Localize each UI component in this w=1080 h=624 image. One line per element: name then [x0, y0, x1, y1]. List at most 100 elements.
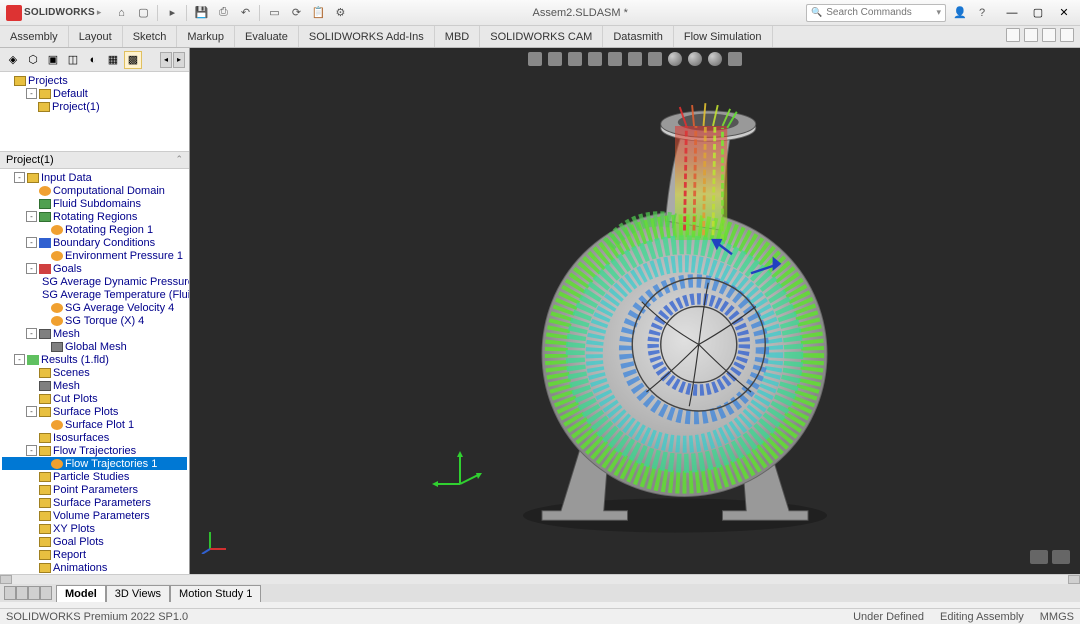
tree-item[interactable]: Particle Studies: [2, 470, 187, 483]
collapse-icon[interactable]: -: [26, 88, 37, 99]
tree-toggle-icon[interactable]: -: [26, 211, 37, 222]
tree-item[interactable]: Cut Plots: [2, 392, 187, 405]
close-button[interactable]: ✕: [1052, 4, 1076, 22]
panel-hscroll[interactable]: [0, 574, 1080, 584]
login-icon[interactable]: 👤: [952, 5, 968, 21]
tab-layout[interactable]: Layout: [69, 26, 123, 47]
search-commands[interactable]: 🔍 ▾: [806, 4, 946, 22]
tree-item[interactable]: Computational Domain: [2, 184, 187, 197]
tab-mbd[interactable]: MBD: [435, 26, 480, 47]
tree-item[interactable]: Surface Plot 1: [2, 418, 187, 431]
tab-prev-icon[interactable]: [16, 586, 28, 600]
tree-item[interactable]: SG Average Velocity 4: [2, 301, 187, 314]
new-file-icon[interactable]: ▢: [135, 5, 151, 21]
recent-dropdown-icon[interactable]: ▸: [97, 7, 102, 18]
view-orientation-icon[interactable]: [608, 52, 622, 66]
panel-nav-right-icon[interactable]: ▸: [173, 52, 185, 68]
search-input[interactable]: [826, 7, 932, 18]
tree-item[interactable]: Scenes: [2, 366, 187, 379]
configuration-tab-icon[interactable]: ▣: [44, 51, 62, 69]
hide-show-icon[interactable]: [648, 52, 662, 66]
tree-item[interactable]: Flow Trajectories 1: [2, 457, 187, 470]
edit-appearance-icon[interactable]: [668, 52, 682, 66]
flow-sim-tab-icon[interactable]: ▩: [124, 51, 142, 69]
tree-projects-root[interactable]: Projects: [2, 74, 187, 87]
scroll-track[interactable]: [12, 575, 1068, 584]
zoom-fit-icon[interactable]: [528, 52, 542, 66]
tree-item[interactable]: Point Parameters: [2, 483, 187, 496]
dim-expert-tab-icon[interactable]: ◫: [64, 51, 82, 69]
tree-item[interactable]: XY Plots: [2, 522, 187, 535]
viewport-layout-icon[interactable]: [728, 52, 742, 66]
cam-tree-tab-icon[interactable]: ▦: [104, 51, 122, 69]
tab-datasmith[interactable]: Datasmith: [603, 26, 674, 47]
section-view-icon[interactable]: [588, 52, 602, 66]
property-manager-tab-icon[interactable]: ⬡: [24, 51, 42, 69]
file-properties-icon[interactable]: 📋: [310, 5, 326, 21]
tab-model[interactable]: Model: [56, 585, 106, 602]
tab-3d-views[interactable]: 3D Views: [106, 585, 170, 602]
tree-item[interactable]: Surface Parameters: [2, 496, 187, 509]
home-icon[interactable]: ⌂: [113, 5, 129, 21]
tree-item[interactable]: SG Average Dynamic Pressure 2: [2, 275, 187, 288]
select-icon[interactable]: ▭: [266, 5, 282, 21]
tree-item[interactable]: -Goals: [2, 262, 187, 275]
tree-item[interactable]: -Boundary Conditions: [2, 236, 187, 249]
minimize-button[interactable]: —: [1000, 4, 1024, 22]
tree-item[interactable]: Volume Parameters: [2, 509, 187, 522]
3d-viewport[interactable]: ↖: [190, 48, 1080, 574]
tree-item[interactable]: -Flow Trajectories: [2, 444, 187, 457]
tab-flow-simulation[interactable]: Flow Simulation: [674, 26, 773, 47]
tree-item[interactable]: Environment Pressure 1: [2, 249, 187, 262]
tree-item[interactable]: Animations: [2, 561, 187, 574]
tree-toggle-icon[interactable]: -: [26, 328, 37, 339]
panel-nav-left-icon[interactable]: ◂: [160, 52, 172, 68]
doc-minimize-icon[interactable]: [1024, 28, 1038, 42]
tree-item[interactable]: Fluid Subdomains: [2, 197, 187, 210]
tree-toggle-icon[interactable]: -: [26, 237, 37, 248]
feature-tree-tab-icon[interactable]: ◈: [4, 51, 22, 69]
tab-last-icon[interactable]: [40, 586, 52, 600]
tree-item[interactable]: SG Torque (X) 4: [2, 314, 187, 327]
tree-item[interactable]: Mesh: [2, 379, 187, 392]
previous-view-icon[interactable]: [568, 52, 582, 66]
maximize-button[interactable]: ▢: [1026, 4, 1050, 22]
tree-item[interactable]: Isosurfaces: [2, 431, 187, 444]
tree-toggle-icon[interactable]: -: [26, 263, 37, 274]
collapse-header-icon[interactable]: ⌃: [175, 154, 183, 166]
search-dropdown-icon[interactable]: ▾: [936, 7, 941, 18]
display-style-icon[interactable]: [628, 52, 642, 66]
tab-next-icon[interactable]: [28, 586, 40, 600]
options-icon[interactable]: ⚙: [332, 5, 348, 21]
tree-toggle-icon[interactable]: -: [14, 354, 25, 365]
tree-item[interactable]: Goal Plots: [2, 535, 187, 548]
tree-item[interactable]: Report: [2, 548, 187, 561]
tree-item[interactable]: -Rotating Regions: [2, 210, 187, 223]
tab-cam[interactable]: SOLIDWORKS CAM: [480, 26, 603, 47]
view-triad-icon[interactable]: [200, 524, 230, 554]
scroll-left-icon[interactable]: [0, 575, 12, 584]
tree-default[interactable]: - Default: [2, 87, 187, 100]
apply-scene-icon[interactable]: [688, 52, 702, 66]
tree-toggle-icon[interactable]: -: [26, 445, 37, 456]
doc-close-icon[interactable]: [1060, 28, 1074, 42]
tree-project1[interactable]: Project(1): [2, 100, 187, 113]
tree-item[interactable]: -Surface Plots: [2, 405, 187, 418]
tab-evaluate[interactable]: Evaluate: [235, 26, 299, 47]
display-manager-tab-icon[interactable]: ◐: [84, 51, 102, 69]
tree-item[interactable]: -Mesh: [2, 327, 187, 340]
tree-item[interactable]: Rotating Region 1: [2, 223, 187, 236]
tab-sketch[interactable]: Sketch: [123, 26, 178, 47]
tree-section-header[interactable]: Project(1) ⌃: [0, 152, 189, 169]
tree-item[interactable]: -Results (1.fld): [2, 353, 187, 366]
print-icon[interactable]: ⎙: [215, 5, 231, 21]
save-icon[interactable]: 💾: [193, 5, 209, 21]
open-file-icon[interactable]: ▸: [164, 5, 180, 21]
tab-assembly[interactable]: Assembly: [0, 26, 69, 47]
full-screen-icon[interactable]: [1052, 550, 1070, 564]
view-settings-icon[interactable]: [708, 52, 722, 66]
help-icon[interactable]: ?: [974, 5, 990, 21]
tab-addins[interactable]: SOLIDWORKS Add-Ins: [299, 26, 435, 47]
tab-markup[interactable]: Markup: [177, 26, 235, 47]
tree-toggle-icon[interactable]: -: [14, 172, 25, 183]
